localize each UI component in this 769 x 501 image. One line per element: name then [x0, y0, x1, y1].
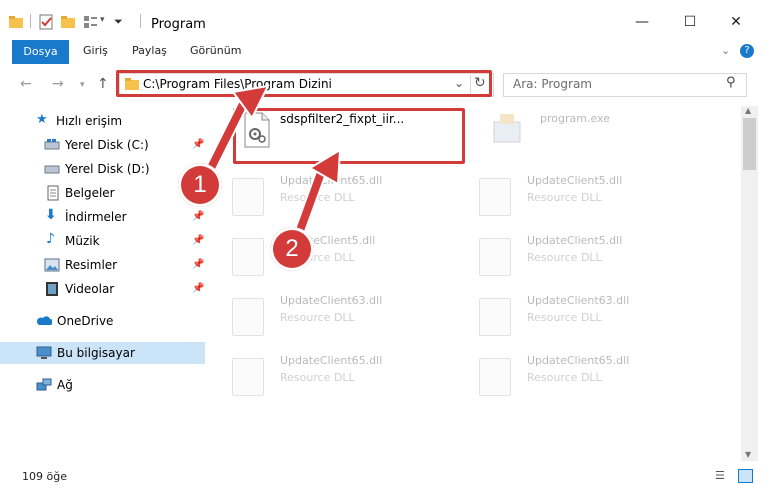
separator — [30, 14, 31, 28]
dll-file-icon — [479, 298, 511, 336]
ribbon: Dosya Giriş Paylaş Görünüm ⌄ ? — [0, 40, 769, 65]
step-marker-2: 2 — [270, 227, 314, 271]
sidebar-item-videos[interactable]: Videolar 📌 — [0, 278, 205, 300]
dll-file-icon — [232, 178, 264, 216]
expand-ribbon-icon[interactable]: ⌄ — [721, 44, 730, 57]
tab-home[interactable]: Giriş — [83, 44, 108, 57]
title-bar: ▾ ⏷ Program — ☐ ✕ — [0, 0, 769, 40]
sidebar-item-documents[interactable]: Belgeler — [0, 182, 205, 204]
selected-file-highlight — [233, 108, 465, 164]
view-icon[interactable] — [82, 14, 98, 30]
minimize-button[interactable]: — — [632, 12, 652, 32]
dll-file-icon — [232, 298, 264, 336]
dll-file-icon — [479, 358, 511, 396]
cloud-icon — [37, 316, 52, 325]
pin-icon[interactable]: 📌 — [192, 235, 204, 246]
search-icon[interactable]: ⚲ — [726, 75, 736, 90]
scroll-thumb[interactable] — [743, 118, 756, 170]
navigation-bar: ← → ▾ ↑ C:\Program Files\Program Dizini … — [0, 64, 769, 106]
pin-icon[interactable]: 📌 — [192, 259, 204, 270]
properties-icon[interactable] — [38, 14, 54, 30]
chevron-down-icon[interactable]: ▾ — [100, 15, 105, 31]
new-folder-icon[interactable] — [60, 14, 76, 30]
help-icon[interactable]: ? — [740, 44, 754, 58]
document-icon — [47, 185, 59, 201]
dll-file-icon — [479, 178, 511, 216]
maximize-button[interactable]: ☐ — [680, 12, 700, 32]
up-arrow-icon[interactable]: ↑ — [97, 76, 109, 92]
file-tile[interactable]: UpdateClient63.dll Resource DLL — [210, 288, 450, 338]
search-placeholder: Ara: Program — [513, 77, 592, 91]
scroll-up-icon[interactable]: ▲ — [745, 106, 751, 115]
vertical-scrollbar[interactable]: ▲ ▼ — [741, 106, 758, 461]
file-tile[interactable]: UpdateClient65.dll Resource DLL — [457, 348, 697, 398]
sidebar-item-onedrive[interactable]: OneDrive — [0, 310, 205, 332]
dll-file-icon — [232, 238, 264, 276]
sidebar-item-quick-access[interactable]: ★ Hızlı erişim — [0, 110, 205, 132]
tab-view[interactable]: Görünüm — [190, 44, 241, 57]
customize-icon[interactable]: ⏷ — [114, 15, 123, 31]
file-tile[interactable]: UpdateClient65.dll Resource DLL — [210, 168, 450, 218]
file-tile[interactable]: UpdateClient5.dll Resource DLL — [457, 168, 697, 218]
pin-icon[interactable]: 📌 — [192, 211, 204, 222]
step-marker-1: 1 — [178, 163, 222, 207]
window-title: Program — [151, 17, 206, 32]
sidebar-item-music[interactable]: ♪ Müzik 📌 — [0, 230, 205, 252]
network-icon — [36, 378, 52, 391]
sidebar-item-this-pc[interactable]: Bu bilgisayar — [0, 342, 205, 364]
back-arrow-icon[interactable]: ← — [20, 76, 32, 92]
separator — [140, 14, 141, 28]
pin-icon[interactable]: 📌 — [192, 139, 204, 150]
tab-file[interactable]: Dosya — [12, 40, 69, 64]
sidebar-item-disk-c[interactable]: Yerel Disk (C:) 📌 — [0, 134, 205, 156]
download-icon: ⬇ — [45, 207, 57, 223]
file-tile[interactable]: UpdateClient63.dll Resource DLL — [457, 288, 697, 338]
status-bar: 109 öğe ☰ — [0, 461, 769, 501]
pictures-icon — [44, 258, 60, 272]
file-tile[interactable]: UpdateClient65.dll Resource DLL — [210, 348, 450, 398]
address-highlight — [116, 70, 492, 97]
computer-icon — [36, 346, 52, 359]
video-icon — [46, 282, 58, 296]
sidebar-item-pictures[interactable]: Resimler 📌 — [0, 254, 205, 276]
navigation-pane: ★ Hızlı erişim Yerel Disk (C:) 📌 Yerel D… — [0, 106, 210, 461]
details-view-icon[interactable]: ☰ — [715, 469, 725, 482]
tab-share[interactable]: Paylaş — [132, 44, 167, 57]
sidebar-item-downloads[interactable]: ⬇ İndirmeler 📌 — [0, 206, 205, 228]
folder-icon — [9, 16, 23, 28]
star-icon: ★ — [36, 112, 48, 127]
file-tile[interactable]: UpdateClient5.dll Resource DLL — [210, 228, 450, 278]
pin-icon[interactable]: 📌 — [192, 283, 204, 294]
sidebar-item-disk-d[interactable]: Yerel Disk (D:) — [0, 158, 205, 180]
file-tile-program-exe[interactable]: program.exe — [470, 108, 710, 158]
exe-file-icon — [493, 114, 521, 143]
sidebar-item-network[interactable]: Ağ — [0, 374, 205, 396]
close-button[interactable]: ✕ — [726, 12, 746, 32]
file-tile[interactable]: UpdateClient5.dll Resource DLL — [457, 228, 697, 278]
forward-arrow-icon[interactable]: → — [52, 76, 64, 92]
drive-icon — [44, 165, 60, 174]
scroll-down-icon[interactable]: ▼ — [745, 450, 751, 459]
tiles-view-icon[interactable] — [738, 469, 753, 483]
recent-chevron-icon[interactable]: ▾ — [80, 80, 85, 90]
dll-file-icon — [232, 358, 264, 396]
item-count: 109 öğe — [22, 470, 67, 483]
drive-icon — [44, 139, 60, 150]
music-icon: ♪ — [46, 231, 55, 247]
dll-file-icon — [479, 238, 511, 276]
